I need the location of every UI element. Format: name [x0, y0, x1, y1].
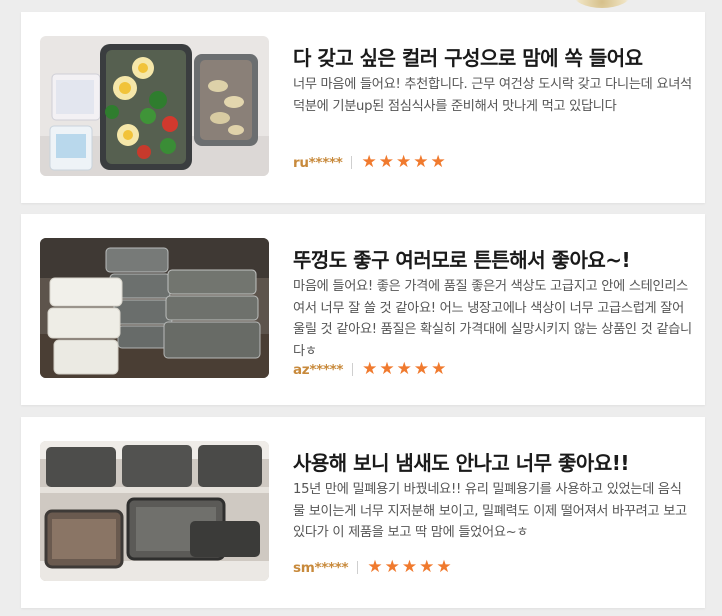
- review-card: 뚜껑도 좋구 여러모로 튼튼해서 좋아요~! 마음에 들어요! 좋은 가격에 품…: [21, 214, 705, 405]
- review-body: 마음에 들어요! 좋은 가격에 품질 좋은거 색상도 고급지고 안에 스테인리스…: [293, 279, 692, 359]
- star-icon: ★: [384, 557, 400, 577]
- star-icon: ★: [395, 152, 412, 172]
- reviewer-username: ru*****: [293, 154, 343, 171]
- review-meta: sm***** ★ ★ ★ ★ ★: [293, 559, 452, 576]
- star-icon: ★: [430, 152, 446, 172]
- star-icon: ★: [361, 152, 377, 172]
- star-icon: ★: [378, 152, 394, 172]
- star-icon: ★: [401, 557, 418, 577]
- star-icon: ★: [396, 359, 412, 379]
- review-body: 15년 만에 밀폐용기 바꿨네요!! 유리 밀폐용기를 사용하고 있었는데 음식…: [293, 482, 687, 540]
- star-rating: ★ ★ ★ ★ ★: [362, 361, 446, 378]
- star-icon: ★: [362, 359, 378, 379]
- divider: [351, 156, 353, 169]
- decorative-shape: [572, 0, 632, 8]
- star-icon: ★: [413, 152, 429, 172]
- review-title: 다 갖고 싶은 컬러 구성으로 맘에 쏙 들어요: [293, 46, 643, 70]
- review-photo[interactable]: [40, 238, 269, 378]
- star-icon: ★: [367, 557, 383, 577]
- review-photo[interactable]: [40, 441, 269, 581]
- review-card: 사용해 보니 냄새도 안나고 너무 좋아요!! 15년 만에 밀폐용기 바꿨네요…: [21, 417, 705, 608]
- review-photo[interactable]: [40, 36, 269, 176]
- star-icon: ★: [419, 557, 435, 577]
- star-icon: ★: [413, 359, 430, 379]
- review-card: 다 갖고 싶은 컬러 구성으로 맘에 쏙 들어요 너무 마음에 들어요! 추천합…: [21, 12, 705, 203]
- reviewer-username: sm*****: [293, 559, 349, 576]
- review-meta: ru***** ★ ★ ★ ★ ★: [293, 154, 446, 171]
- star-rating: ★ ★ ★ ★ ★: [367, 559, 451, 576]
- star-icon: ★: [436, 557, 452, 577]
- divider: [352, 363, 354, 376]
- star-icon: ★: [431, 359, 447, 379]
- review-body: 너무 마음에 들어요! 추천합니다. 근무 여건상 도시락 갖고 다니는데 요녀…: [293, 77, 692, 114]
- star-rating: ★ ★ ★ ★ ★: [361, 154, 445, 171]
- review-title: 뚜껑도 좋구 여러모로 튼튼해서 좋아요~!: [293, 248, 631, 272]
- divider: [357, 561, 359, 574]
- review-meta: az***** ★ ★ ★ ★ ★: [293, 361, 446, 378]
- star-icon: ★: [379, 359, 395, 379]
- review-title: 사용해 보니 냄새도 안나고 너무 좋아요!!: [293, 451, 629, 475]
- reviewer-username: az*****: [293, 361, 344, 378]
